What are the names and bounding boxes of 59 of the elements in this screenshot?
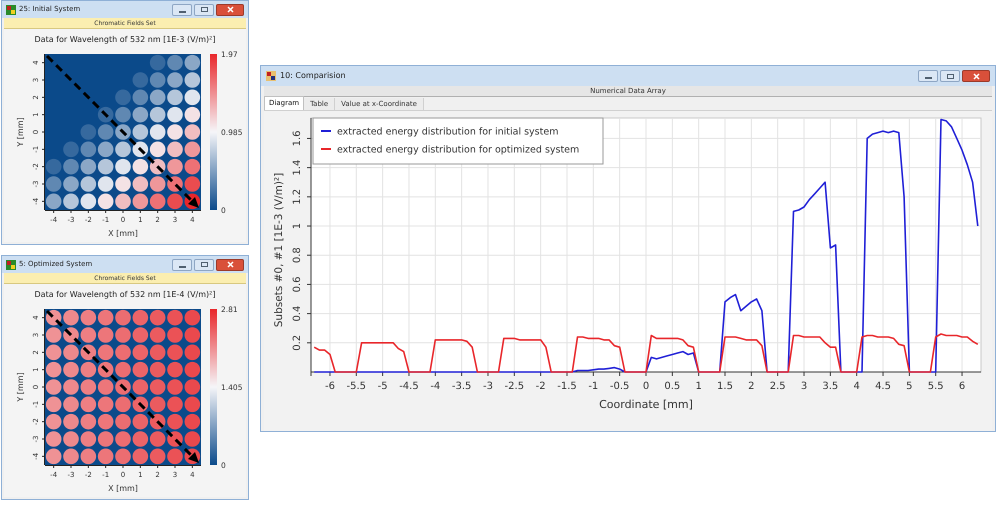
y-tick-label: 0.6: [292, 276, 303, 292]
x-tick-label: 4: [854, 381, 860, 392]
x-tick-label: 6: [958, 381, 966, 392]
x-tick-label: 3.5: [822, 381, 838, 392]
x-tick-label: 4.5: [875, 381, 891, 392]
y-tick-label: 1.2: [292, 188, 303, 205]
y-tick-label: 1.4: [292, 160, 303, 176]
x-tick-label: 3: [800, 381, 808, 392]
x-tick-label: -5: [378, 381, 388, 392]
x-tick-label: -6: [324, 381, 335, 392]
y-tick-label: 0.4: [292, 306, 303, 322]
plot-title: Data for Wavelength of 532 nm [1E-4 (V/m)²]: [34, 289, 216, 301]
maximize-button[interactable]: [194, 258, 214, 270]
minimize-button[interactable]: [172, 4, 192, 16]
window-title: 10: Comparision: [280, 70, 346, 82]
close-button[interactable]: [216, 4, 244, 16]
y-tick-label: 0.2: [292, 334, 303, 351]
x-tick-label: 0.5: [664, 381, 680, 392]
x-tick-label: -3: [483, 381, 493, 392]
maximize-button[interactable]: [940, 70, 960, 82]
minimize-button[interactable]: [918, 70, 938, 82]
x-tick-label: 1.5: [717, 381, 733, 392]
legend-label: extracted energy distribution for initial system: [337, 126, 558, 138]
legend-label: extracted energy distribution for optimized system: [337, 144, 580, 156]
x-tick-label: -0.5: [610, 381, 630, 392]
x-tick-label: 1: [695, 381, 702, 392]
window-icon: [6, 260, 16, 270]
y-tick-label: 1.6: [292, 130, 303, 146]
x-tick-label: 2.5: [770, 381, 786, 392]
close-icon: [972, 72, 980, 80]
x-tick-label: -1.5: [557, 381, 577, 392]
x-tick-label: 5: [906, 381, 913, 392]
x-axis-label: Coordinate [mm]: [599, 398, 693, 411]
x-tick-label: -1: [588, 381, 598, 392]
close-button[interactable]: [216, 258, 244, 270]
window-icon: [266, 71, 276, 81]
y-axis-label: Subsets #0, #1 [1E-3 (V/m)²]: [273, 172, 285, 328]
x-tick-label: -4.5: [399, 381, 419, 392]
x-tick-label: 0: [642, 381, 650, 392]
minimize-button[interactable]: [172, 258, 192, 270]
y-tick-label: 0.8: [292, 247, 303, 264]
x-axis-label: X [mm]: [108, 484, 138, 493]
x-tick-label: 2: [748, 381, 755, 392]
x-tick-label: 5.5: [928, 381, 944, 392]
y-axis-label: Y [mm]: [16, 372, 25, 402]
x-axis-label: X [mm]: [108, 229, 138, 238]
window-icon: [6, 4, 16, 14]
y-axis-label: Y [mm]: [16, 117, 25, 147]
x-tick-label: -4: [430, 381, 440, 392]
x-tick-label: -3.5: [452, 381, 472, 392]
close-icon: [226, 261, 234, 268]
x-tick-label: -2.5: [504, 381, 524, 392]
maximize-button[interactable]: [194, 4, 214, 16]
x-tick-label: -2: [536, 381, 546, 392]
plot-title: Data for Wavelength of 532 nm [1E-3 (V/m)²]: [34, 34, 216, 46]
close-button[interactable]: [962, 70, 990, 82]
x-tick-label: -5.5: [346, 381, 366, 392]
close-icon: [226, 6, 234, 13]
y-tick-label: 1: [292, 222, 303, 230]
